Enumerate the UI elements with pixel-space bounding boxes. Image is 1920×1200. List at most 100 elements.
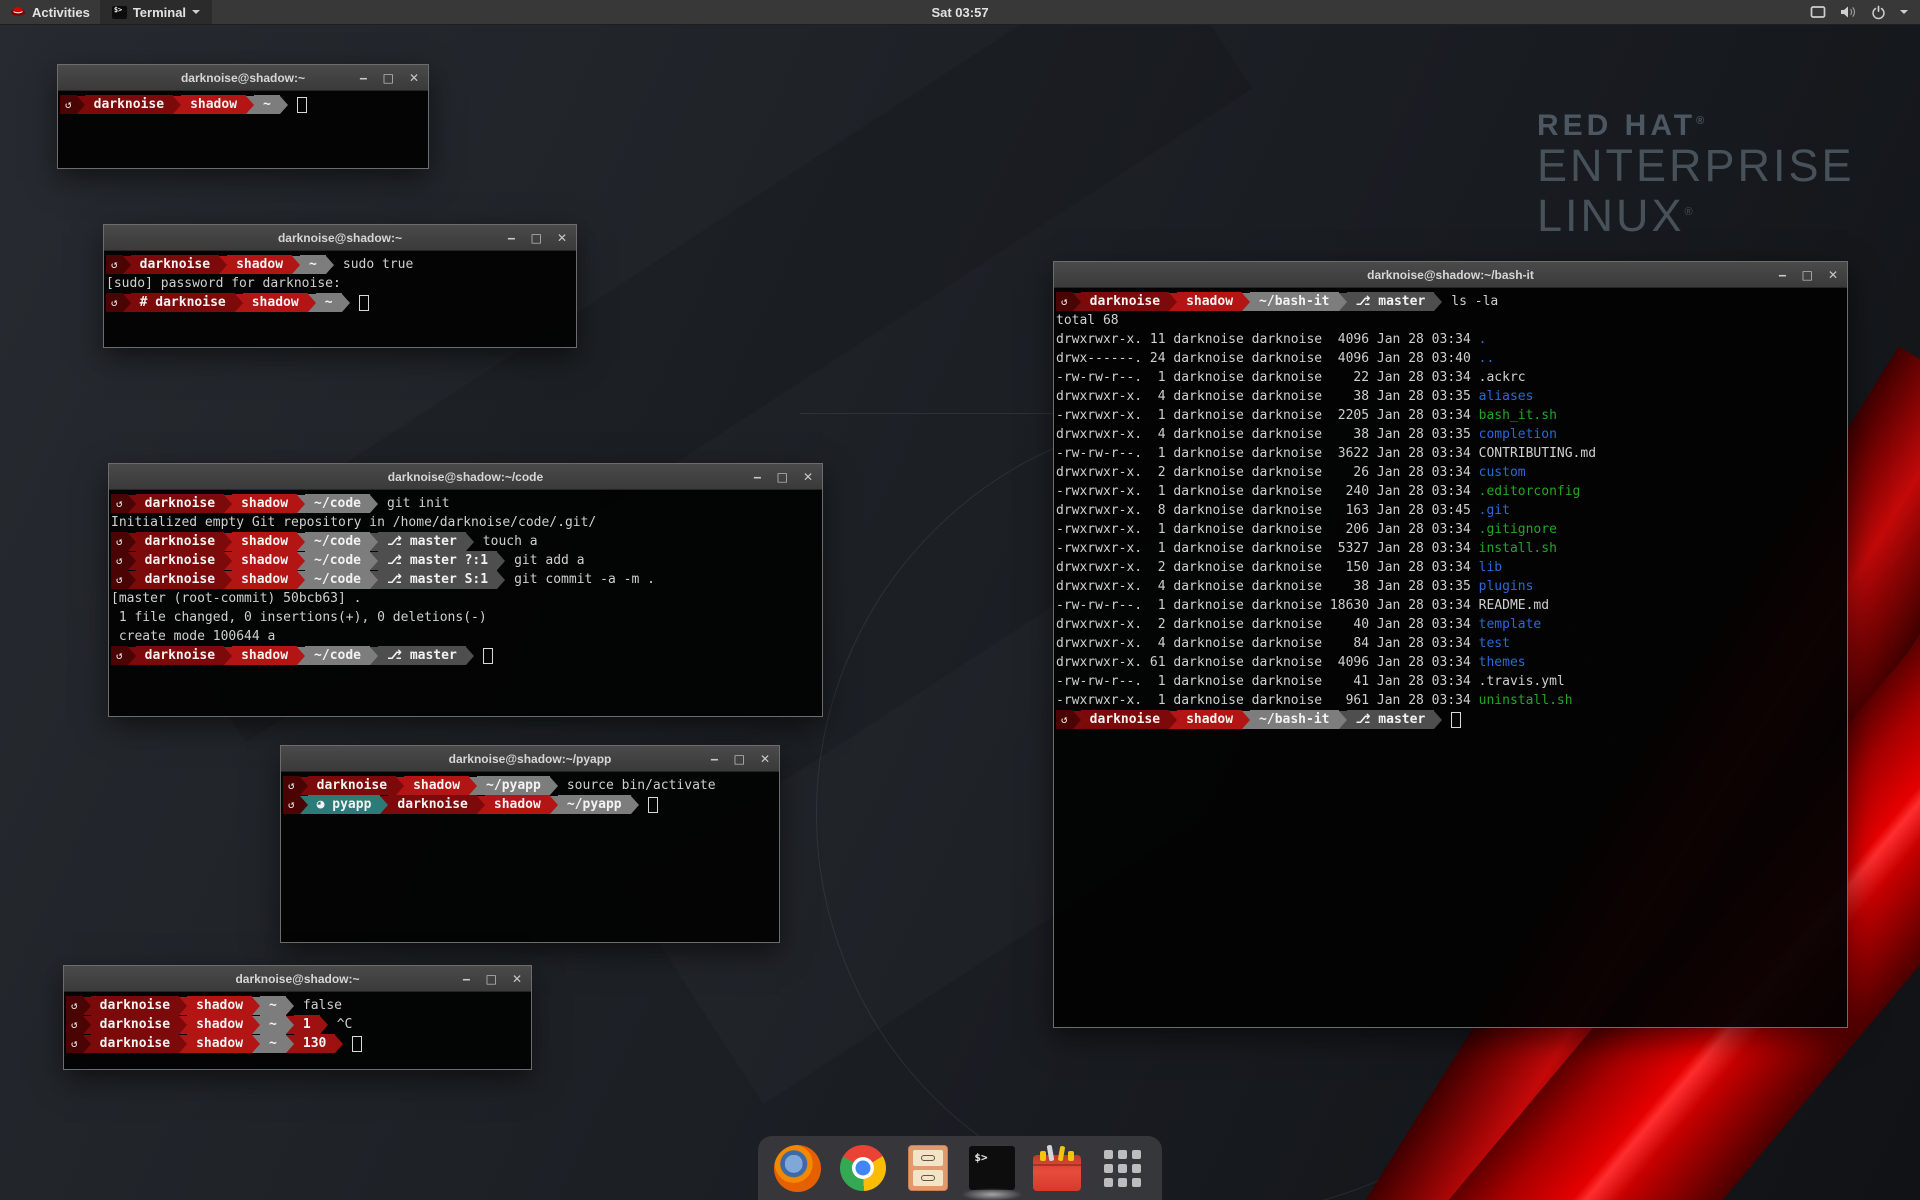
powerline-arrow-icon [286, 997, 294, 1015]
terminal-output-text: -rw-rw-r--. 1 darknoise darknoise 22 Jan… [1056, 370, 1479, 385]
powerline-arrow-icon [1169, 711, 1177, 729]
power-icon [1871, 5, 1886, 20]
terminal-window-pyapp: darknoise@shadow:~/pyapp‒□✕↺darknoisesha… [280, 745, 780, 943]
window-minimize-button[interactable]: ‒ [753, 471, 761, 483]
terminal-line: ↺darknoiseshadow~/pyappsource bin/activa… [283, 776, 777, 795]
top-bar: Activities $> Terminal Sat 03:57 [0, 0, 1920, 25]
window-close-button[interactable]: ✕ [409, 72, 419, 84]
terminal-output-text: -rwxrwxr-x. 1 darknoise darknoise 961 Ja… [1056, 693, 1479, 708]
window-close-button[interactable]: ✕ [512, 973, 522, 985]
window-minimize-button[interactable]: ‒ [359, 72, 367, 84]
prompt-segment-icon: ↺ [66, 1015, 83, 1034]
system-status-area[interactable] [1810, 0, 1920, 24]
window-titlebar[interactable]: darknoise@shadow:~/code‒□✕ [109, 464, 822, 490]
window-maximize-button[interactable]: □ [734, 753, 745, 765]
window-close-button[interactable]: ✕ [557, 232, 567, 244]
window-titlebar[interactable]: darknoise@shadow:~/bash-it‒□✕ [1054, 262, 1847, 288]
powerline-arrow-icon [128, 533, 136, 551]
window-minimize-button[interactable]: ‒ [462, 973, 470, 985]
window-titlebar[interactable]: darknoise@shadow:~/pyapp‒□✕ [281, 746, 779, 772]
window-titlebar[interactable]: darknoise@shadow:~‒□✕ [58, 65, 428, 91]
powerline-arrow-icon [466, 533, 474, 551]
terminal-output-text: drwxrwxr-x. 61 darknoise darknoise 4096 … [1056, 655, 1479, 670]
terminal-command-text: sudo true [343, 257, 413, 272]
terminal-output-text: CONTRIBUTING.md [1479, 446, 1596, 461]
powerline-arrow-icon [497, 552, 505, 570]
powerline-arrow-icon [83, 997, 91, 1015]
prompt-segment-path: ~/code [305, 646, 370, 665]
powerline-arrow-icon [370, 495, 378, 513]
terminal-content[interactable]: ↺darknoiseshadow~ [58, 91, 428, 114]
terminal-content[interactable]: ↺darknoiseshadow~/codegit initInitialize… [109, 490, 822, 665]
window-minimize-button[interactable]: ‒ [710, 753, 718, 765]
file-name: aliases [1479, 389, 1534, 404]
terminal-command-text: source bin/activate [567, 778, 716, 793]
app-grid-icon [1104, 1150, 1141, 1187]
powerline-arrow-icon [396, 777, 404, 795]
powerline-arrow-icon [370, 533, 378, 551]
window-maximize-button[interactable]: □ [383, 72, 394, 84]
file-name: test [1479, 636, 1510, 651]
prompt-segment-icon: ↺ [111, 570, 128, 589]
prompt-segment-icon: ↺ [106, 255, 123, 274]
file-name: .editorconfig [1479, 484, 1581, 499]
powerline-arrow-icon [1339, 711, 1347, 729]
window-maximize-button[interactable]: □ [777, 471, 788, 483]
dock-chrome[interactable] [838, 1143, 888, 1193]
window-maximize-button[interactable]: □ [486, 973, 497, 985]
powerline-arrow-icon [550, 796, 558, 814]
terminal-output-text: create mode 100644 a [111, 629, 275, 644]
terminal-line: ↺# darknoiseshadow~ [106, 293, 574, 312]
dock-firefox[interactable] [773, 1143, 823, 1193]
window-close-button[interactable]: ✕ [1828, 269, 1838, 281]
terminal-line: ↺darknoiseshadow~/code⎇ master S:1git co… [111, 570, 820, 589]
prompt-segment-user: darknoise [91, 996, 179, 1015]
prompt-segment-path: ~ [316, 293, 342, 312]
branding-line-3: LINUX® [1537, 189, 1855, 239]
file-name: template [1479, 617, 1542, 632]
window-maximize-button[interactable]: □ [1802, 269, 1813, 281]
terminal-content[interactable]: ↺darknoiseshadow~/pyappsource bin/activa… [281, 772, 779, 814]
prompt-segment-path: ~ [260, 996, 286, 1015]
powerline-arrow-icon [224, 647, 232, 665]
terminal-content[interactable]: ↺darknoiseshadow~/bash-it⎇ masterls -la t… [1054, 288, 1847, 729]
prompt-segment-icon: ↺ [60, 95, 77, 114]
prompt-segment-git: ⎇ master [378, 532, 466, 551]
file-name: .gitignore [1479, 522, 1557, 537]
terminal-content[interactable]: ↺darknoiseshadow~sudo true[sudo] passwor… [104, 251, 576, 312]
window-titlebar[interactable]: darknoise@shadow:~‒□✕ [104, 225, 576, 251]
dock-toolbox[interactable] [1032, 1143, 1082, 1193]
prompt-segment-icon: ↺ [1056, 292, 1073, 311]
window-minimize-button[interactable]: ‒ [507, 232, 515, 244]
activities-button[interactable]: Activities [0, 0, 100, 24]
app-menu-button[interactable]: $> Terminal [100, 0, 212, 24]
powerline-arrow-icon [320, 1016, 328, 1034]
window-close-button[interactable]: ✕ [760, 753, 770, 765]
display-icon [1810, 5, 1826, 19]
terminal-command-text: false [303, 998, 342, 1013]
terminal-output-text: -rwxrwxr-x. 1 darknoise darknoise 2205 J… [1056, 408, 1479, 423]
volume-icon [1840, 5, 1857, 19]
terminal-line: -rwxrwxr-x. 1 darknoise darknoise 5327 J… [1056, 539, 1845, 558]
prompt-segment-host: shadow [243, 293, 308, 312]
clock[interactable]: Sat 03:57 [931, 5, 988, 20]
window-titlebar[interactable]: darknoise@shadow:~‒□✕ [64, 966, 531, 992]
terminal-cursor [359, 295, 369, 311]
terminal-content[interactable]: ↺darknoiseshadow~false↺darknoiseshadow~1… [64, 992, 531, 1053]
dock-terminal[interactable]: $> [967, 1143, 1017, 1193]
powerline-arrow-icon [1073, 711, 1081, 729]
dock-files[interactable] [903, 1143, 953, 1193]
terminal-cursor [1451, 712, 1461, 728]
terminal-line: ↺darknoiseshadow~/bash-it⎇ masterls -la [1056, 292, 1845, 311]
terminal-line: drwxrwxr-x. 2 darknoise darknoise 40 Jan… [1056, 615, 1845, 634]
prompt-segment-path: ~/bash-it [1250, 710, 1338, 729]
chrome-icon [840, 1145, 886, 1191]
file-name: plugins [1479, 579, 1534, 594]
dock-app-grid[interactable] [1097, 1143, 1147, 1193]
window-minimize-button[interactable]: ‒ [1778, 269, 1786, 281]
powerline-arrow-icon [252, 1016, 260, 1034]
powerline-arrow-icon [224, 552, 232, 570]
prompt-segment-git: ⎇ master [1347, 292, 1435, 311]
window-maximize-button[interactable]: □ [531, 232, 542, 244]
window-close-button[interactable]: ✕ [803, 471, 813, 483]
